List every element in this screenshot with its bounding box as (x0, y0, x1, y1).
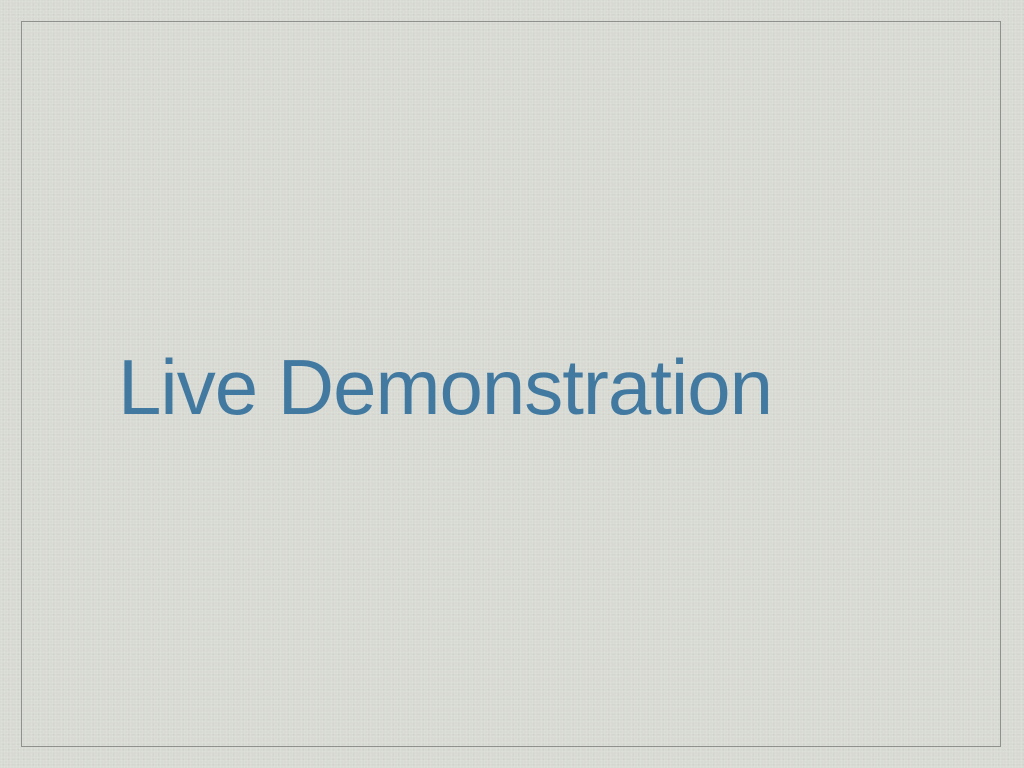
slide-title: Live Demonstration (118, 343, 773, 431)
presentation-slide: Live Demonstration (0, 0, 1024, 768)
